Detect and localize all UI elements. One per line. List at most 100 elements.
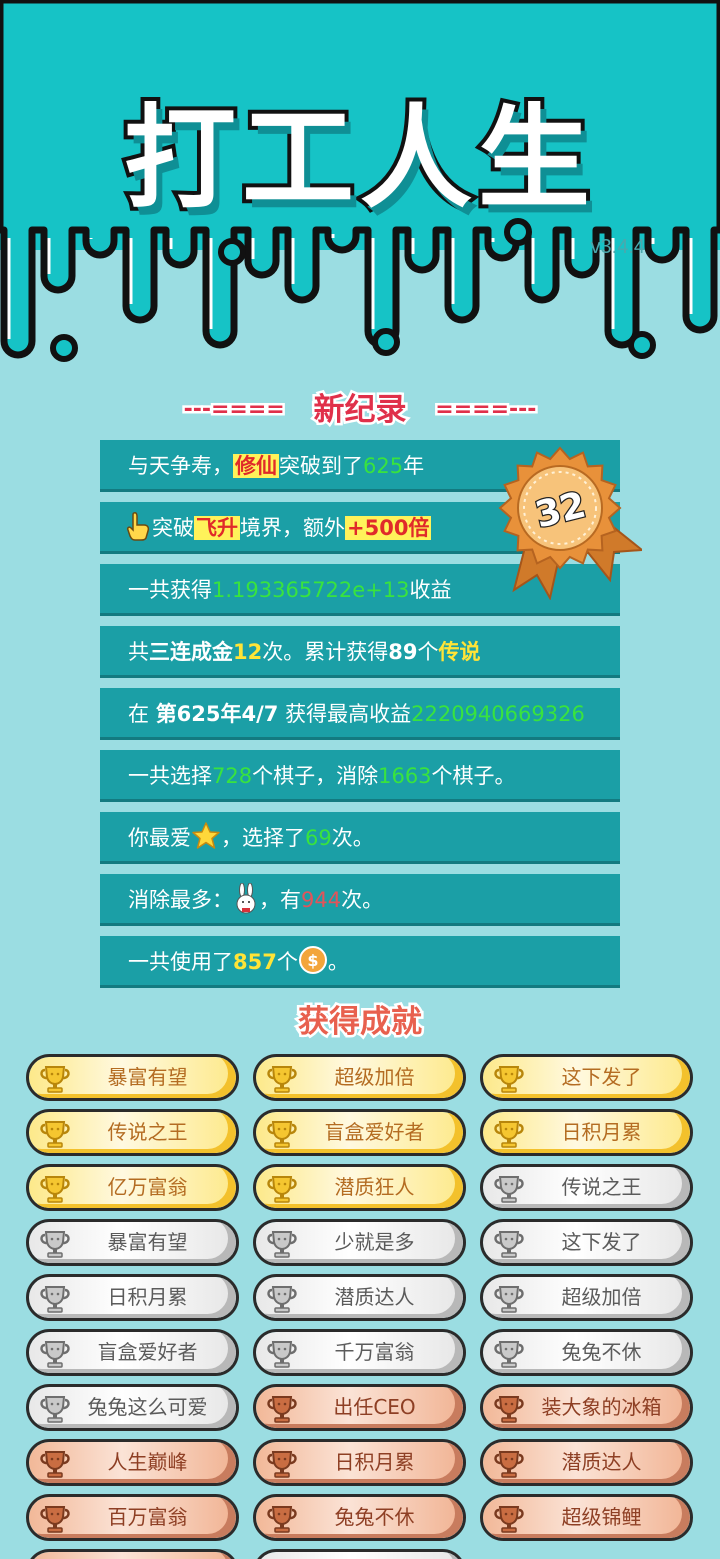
record-text: 次。 xyxy=(341,888,384,912)
achievement-pill[interactable]: 潜质达人 xyxy=(253,1274,466,1321)
record-value: 12 xyxy=(233,640,263,664)
record-bold: 89 xyxy=(388,640,418,664)
record-row: 在 第625年4/7 获得最高收益2220940669326 xyxy=(100,688,620,740)
new-record-title: 新纪录 xyxy=(311,390,409,431)
achievement-pill[interactable]: 出任CEO xyxy=(253,1384,466,1431)
record-text: 突破 xyxy=(152,516,194,540)
record-value: 944 xyxy=(301,888,342,912)
achievement-label: 亿万富翁 xyxy=(107,1175,188,1199)
record-highlight: +500倍 xyxy=(345,516,432,540)
record-highlight: 修仙 xyxy=(233,454,279,478)
achievement-label: 少就是多 xyxy=(334,1230,415,1254)
achievement-pill[interactable]: 这下发了 xyxy=(480,1054,693,1101)
achievement-pill[interactable]: 潜质狂人 xyxy=(253,1164,466,1211)
achievement-pill[interactable]: 超级加倍 xyxy=(480,1274,693,1321)
record-text: ，有 xyxy=(259,888,301,912)
achievement-pill[interactable]: 这下发了 xyxy=(480,1219,693,1266)
dash-left: ---==== xyxy=(181,395,287,425)
achievement-label: 日积月累 xyxy=(561,1120,642,1144)
record-text: 你最爱 xyxy=(128,826,191,850)
record-value: 69 xyxy=(305,826,332,850)
achievement-label: 日积月累 xyxy=(334,1450,415,1474)
dash-right: ====--- xyxy=(433,395,539,425)
record-row: 一共使用了857个 $ 。 xyxy=(100,936,620,988)
record-row: 你最爱 ，选择了69次。 xyxy=(100,812,620,864)
achievement-pill[interactable] xyxy=(253,1549,466,1559)
achievement-pill[interactable]: 千万富翁 xyxy=(253,1329,466,1376)
achievement-label: 超级加倍 xyxy=(561,1285,642,1309)
achievement-label xyxy=(292,1552,457,1559)
achievement-label: 百万富翁 xyxy=(107,1505,188,1529)
record-row: 消除最多： ，有944次。 xyxy=(100,874,620,926)
drip-dot xyxy=(50,334,78,362)
achievement-pill[interactable]: 装大象的冰箱 xyxy=(480,1384,693,1431)
achievement-pill[interactable] xyxy=(26,1549,239,1559)
achievement-label: 人生巅峰 xyxy=(107,1450,188,1474)
record-text: 个棋子。 xyxy=(431,764,516,788)
record-text: 突破到了 xyxy=(279,454,363,478)
record-text: 境界，额外 xyxy=(240,516,345,540)
new-record-heading: ---==== 新纪录 ====--- xyxy=(0,384,720,431)
achievement-pill[interactable]: 日积月累 xyxy=(480,1109,693,1156)
drip-dot xyxy=(628,331,656,359)
record-value: 857 xyxy=(233,950,277,974)
record-bold: 三连成金 xyxy=(149,640,233,664)
achievement-pill[interactable]: 盲盒爱好者 xyxy=(26,1329,239,1376)
achievement-label: 暴富有望 xyxy=(107,1065,188,1089)
record-text: 共 xyxy=(128,640,149,664)
achievement-label xyxy=(65,1552,230,1559)
record-highlight: 飞升 xyxy=(194,516,240,540)
achievement-label: 千万富翁 xyxy=(334,1340,415,1364)
achievement-pill[interactable]: 暴富有望 xyxy=(26,1219,239,1266)
achievement-label: 这下发了 xyxy=(561,1065,642,1089)
star-icon xyxy=(191,818,221,861)
achievement-pill[interactable]: 人生巅峰 xyxy=(26,1439,239,1486)
achievement-pill[interactable]: 超级加倍 xyxy=(253,1054,466,1101)
record-text: 次。累计获得 xyxy=(262,640,389,664)
achievement-pill[interactable]: 亿万富翁 xyxy=(26,1164,239,1211)
achievement-pill[interactable]: 暴富有望 xyxy=(26,1054,239,1101)
achievement-pill[interactable]: 传说之王 xyxy=(480,1164,693,1211)
achievement-pill[interactable]: 日积月累 xyxy=(253,1439,466,1486)
record-text: 获得最高收益 xyxy=(278,702,412,726)
achievement-pill[interactable]: 盲盒爱好者 xyxy=(253,1109,466,1156)
achievement-label: 潜质达人 xyxy=(561,1450,642,1474)
achievement-pill[interactable]: 兔兔这么可爱 xyxy=(26,1384,239,1431)
achievement-label: 潜质达人 xyxy=(334,1285,415,1309)
drip-dot xyxy=(372,328,400,356)
achievement-label: 传说之王 xyxy=(107,1120,188,1144)
record-text: 个 xyxy=(417,640,439,664)
achievement-pill[interactable]: 潜质达人 xyxy=(480,1439,693,1486)
achievement-label: 日积月累 xyxy=(107,1285,188,1309)
achievement-pill[interactable]: 传说之王 xyxy=(26,1109,239,1156)
record-text: 消除最多： xyxy=(128,888,233,912)
app-title: 打工人生 xyxy=(120,90,596,228)
achievement-pill[interactable]: 兔兔不休 xyxy=(253,1494,466,1541)
achievement-label: 超级锦鲤 xyxy=(561,1505,642,1529)
record-text: 年 xyxy=(403,454,425,478)
achievement-pill[interactable]: 百万富翁 xyxy=(26,1494,239,1541)
record-row: 共三连成金12次。累计获得89个传说 xyxy=(100,626,620,678)
version-label: v3.4.4 xyxy=(590,236,645,258)
record-text: 在 xyxy=(128,702,156,726)
achievement-pill[interactable]: 兔兔不休 xyxy=(480,1329,693,1376)
rabbit-icon xyxy=(233,882,259,923)
pointing-hand-icon xyxy=(126,508,152,551)
record-text: 。 xyxy=(327,950,349,974)
achievement-pill[interactable]: 超级锦鲤 xyxy=(480,1494,693,1541)
record-value: 625 xyxy=(363,454,404,478)
achievement-pill[interactable]: 日积月累 xyxy=(26,1274,239,1321)
achievement-pill[interactable]: 少就是多 xyxy=(253,1219,466,1266)
record-text: ，选择了 xyxy=(221,826,305,850)
record-text: 收益 xyxy=(409,578,452,602)
record-text: 一共获得 xyxy=(128,578,212,602)
achievement-label: 盲盒爱好者 xyxy=(97,1340,198,1364)
record-bold: 第625年4/7 xyxy=(155,702,279,726)
achievement-label: 出任CEO xyxy=(333,1395,416,1419)
achievement-label: 装大象的冰箱 xyxy=(541,1395,662,1419)
drip-dot xyxy=(218,238,246,266)
record-value: 1.193365722e+13 xyxy=(212,578,410,602)
achievement-label: 传说之王 xyxy=(561,1175,642,1199)
svg-text:$: $ xyxy=(307,951,318,970)
achievement-label: 兔兔这么可爱 xyxy=(87,1395,208,1419)
